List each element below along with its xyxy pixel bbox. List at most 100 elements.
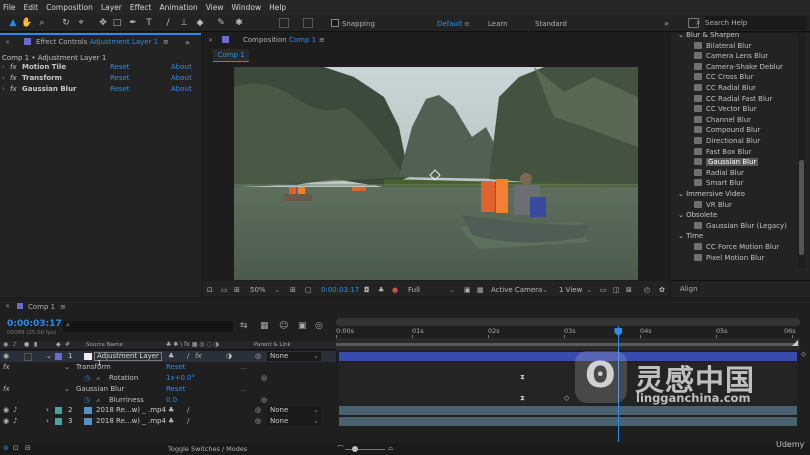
show-snapshot-icon[interactable]: ♣ xyxy=(378,286,384,294)
zoom-in-mountain-icon[interactable]: ⌓ xyxy=(388,444,394,453)
effect-item[interactable]: Fast Box Blur xyxy=(694,147,752,158)
timeline-navigator[interactable] xyxy=(336,318,800,326)
effect-item[interactable]: Directional Blur xyxy=(694,136,760,147)
pick-whip-icon[interactable]: ◎ xyxy=(255,416,261,427)
timeline-current-time[interactable]: 0:00:03:17 xyxy=(7,319,62,329)
pen-tool-icon[interactable]: ✒ xyxy=(127,17,139,29)
effect-row-transform[interactable]: › fx Transform Reset About xyxy=(0,73,200,84)
category-expand-icon[interactable]: ⌄ xyxy=(678,31,686,39)
layer-2-duration-bar[interactable] xyxy=(339,406,797,415)
quality-switch-icon[interactable]: / xyxy=(187,405,189,416)
effect-item[interactable]: Camera Lens Blur xyxy=(694,51,768,62)
effect-item[interactable]: Radial Blur xyxy=(694,168,744,179)
menu-help[interactable]: Help xyxy=(269,3,286,12)
rotation-pickwhip-icon[interactable]: ◎ xyxy=(261,373,267,384)
shy-layers-icon[interactable]: ☺ xyxy=(279,321,288,331)
video-eye-icon[interactable]: ◉ xyxy=(3,405,9,416)
viewer-timecode[interactable]: 0:00:03:17 xyxy=(321,286,359,294)
rotation-property-row[interactable]: ◷ ⩘ Rotation 1x+0.0° ◎ xyxy=(0,373,336,384)
region-of-interest-icon[interactable]: ▭ xyxy=(221,286,228,294)
exposure-icon[interactable]: ◴ xyxy=(644,286,650,294)
effect-about-link[interactable]: About xyxy=(171,73,192,84)
time-ruler[interactable]: 0:00s 01s 02s 03s 04s 05s 06s xyxy=(336,326,800,338)
rotate-tool-icon[interactable]: ↻ xyxy=(60,17,72,29)
grid-guides-icon[interactable]: ⊞ xyxy=(290,286,296,294)
effect-item[interactable]: VR Blur xyxy=(694,200,732,211)
expand-arrow-down-icon[interactable]: ⌄ xyxy=(64,384,70,395)
workspace-menu-icon[interactable]: ≡ xyxy=(464,20,470,28)
effect-item[interactable]: CC Cross Blur xyxy=(694,72,753,83)
frame-blending-icon[interactable]: ▣ xyxy=(298,321,307,331)
timeline-menu-icon[interactable]: ≡ xyxy=(60,303,66,311)
adjustment-switch-icon[interactable]: ◑ xyxy=(226,351,232,362)
fx-toggle-icon[interactable]: fx xyxy=(10,84,17,95)
toggle-transparency-icon[interactable]: ▦ xyxy=(477,286,484,294)
effects-scrollbar-track[interactable] xyxy=(798,33,805,268)
audio-speaker-icon[interactable]: ♪ xyxy=(13,405,17,416)
expand-arrow-down-icon[interactable]: ⌄ xyxy=(46,351,52,362)
panel-menu-icon[interactable]: ≡ xyxy=(163,38,169,46)
effect-row-motion-tile[interactable]: › fx Motion Tile Reset About xyxy=(0,62,200,73)
panel-overflow-icon[interactable]: » xyxy=(185,38,190,47)
effect-item[interactable]: Channel Blur xyxy=(694,115,751,126)
camera-tool-icon[interactable]: ⌖ xyxy=(75,17,87,29)
pick-whip-icon[interactable]: ◎ xyxy=(255,405,261,416)
effect-item[interactable]: CC Force Motion Blur xyxy=(694,242,779,253)
layer-name[interactable]: Adjustment Layer 1 xyxy=(94,352,162,367)
category-expand-icon[interactable]: ⌄ xyxy=(678,211,686,219)
close-timeline-icon[interactable]: ✕ xyxy=(5,303,10,310)
eraser-tool-icon[interactable]: ◆ xyxy=(194,17,206,29)
brush-tool-icon[interactable]: / xyxy=(162,17,174,29)
workspace-overflow-icon[interactable]: » xyxy=(664,19,669,28)
fast-previews-icon[interactable]: ▣ xyxy=(464,286,471,294)
work-area-end-handle[interactable]: ◢ xyxy=(792,338,800,350)
effect-item[interactable]: Smart Blur xyxy=(694,178,743,189)
source-name-header[interactable]: Source Name xyxy=(86,342,123,348)
hand-tool-icon[interactable]: ✋ xyxy=(21,17,33,29)
video-eye-icon[interactable]: ◉ xyxy=(3,416,9,427)
fx-toggle-icon[interactable]: fx xyxy=(10,73,17,84)
layer-name[interactable]: 2018 Re...w) _ .mp4 xyxy=(96,405,166,416)
timeline-tab[interactable]: Comp 1 xyxy=(28,303,55,311)
shy-switch-icon[interactable]: ♣ xyxy=(168,351,174,362)
snapshot-camera-icon[interactable]: ◘ xyxy=(364,286,370,294)
pick-whip-icon[interactable]: ◎ xyxy=(255,351,261,362)
category-expand-icon[interactable]: ⌄ xyxy=(678,232,686,240)
mask-visibility-icon[interactable]: ▢ xyxy=(305,286,312,294)
workspace-standard[interactable]: Standard xyxy=(535,20,567,28)
panel-menu-icon[interactable]: ≡ xyxy=(319,36,325,44)
rotation-keyframe-icon[interactable]: ⧗ xyxy=(520,373,525,382)
gaussian-blur-group-row[interactable]: fx ⌄ Gaussian Blur Reset … xyxy=(0,384,336,395)
video-eye-icon[interactable]: ◉ xyxy=(3,351,9,362)
layer-3-duration-bar[interactable] xyxy=(339,417,797,426)
zoom-tool-icon[interactable]: ⌕ xyxy=(36,17,48,29)
type-tool-icon[interactable]: T xyxy=(143,17,155,29)
menu-animation[interactable]: Animation xyxy=(159,3,197,12)
layer-row-3[interactable]: ◉ ♪ › 3 2018 Re...w) _ .mp4 ♣ / ◎ None ⌄ xyxy=(0,416,336,427)
camera-view-arrow-icon[interactable]: ⌄ xyxy=(542,286,548,294)
effect-category[interactable]: ⌄ Time xyxy=(678,231,703,242)
effect-controls-tab[interactable]: Effect Controls Adjustment Layer 1 xyxy=(36,38,158,46)
menu-file[interactable]: File xyxy=(3,3,16,12)
close-panel-icon[interactable]: ✕ xyxy=(208,37,213,44)
effect-item[interactable]: Gaussian Blur xyxy=(694,157,759,168)
layer-row-2[interactable]: ◉ ♪ › 2 2018 Re...w) _ .mp4 ♣ / ◎ None ⌄ xyxy=(0,405,336,416)
layer-label-color[interactable] xyxy=(55,407,62,414)
effect-reset-link[interactable]: Reset xyxy=(110,84,130,95)
effect-item[interactable]: CC Radial Blur xyxy=(694,83,756,94)
draft-3d-toggle-icon[interactable]: ▦ xyxy=(260,321,269,331)
effect-reset-link[interactable]: Reset xyxy=(110,62,130,73)
effect-category[interactable]: ⌄ Obsolete xyxy=(678,210,717,221)
menu-window[interactable]: Window xyxy=(232,3,262,12)
parent-link-header[interactable]: Parent & Link xyxy=(254,342,291,348)
expand-arrow-icon[interactable]: › xyxy=(2,73,5,84)
composition-tab[interactable]: Composition Comp 1 xyxy=(243,36,316,44)
expand-arrow-right-icon[interactable]: › xyxy=(46,405,49,416)
pixel-aspect-icon[interactable]: ▭ xyxy=(600,286,607,294)
color-channels-icon[interactable]: ● xyxy=(392,286,398,294)
gaussian-blur-reset-link[interactable]: Reset xyxy=(166,384,186,395)
effect-item[interactable]: Gaussian Blur (Legacy) xyxy=(694,221,787,232)
work-area-range[interactable] xyxy=(336,343,796,346)
menu-layer[interactable]: Layer xyxy=(101,3,122,12)
workspace-learn[interactable]: Learn xyxy=(488,20,508,28)
